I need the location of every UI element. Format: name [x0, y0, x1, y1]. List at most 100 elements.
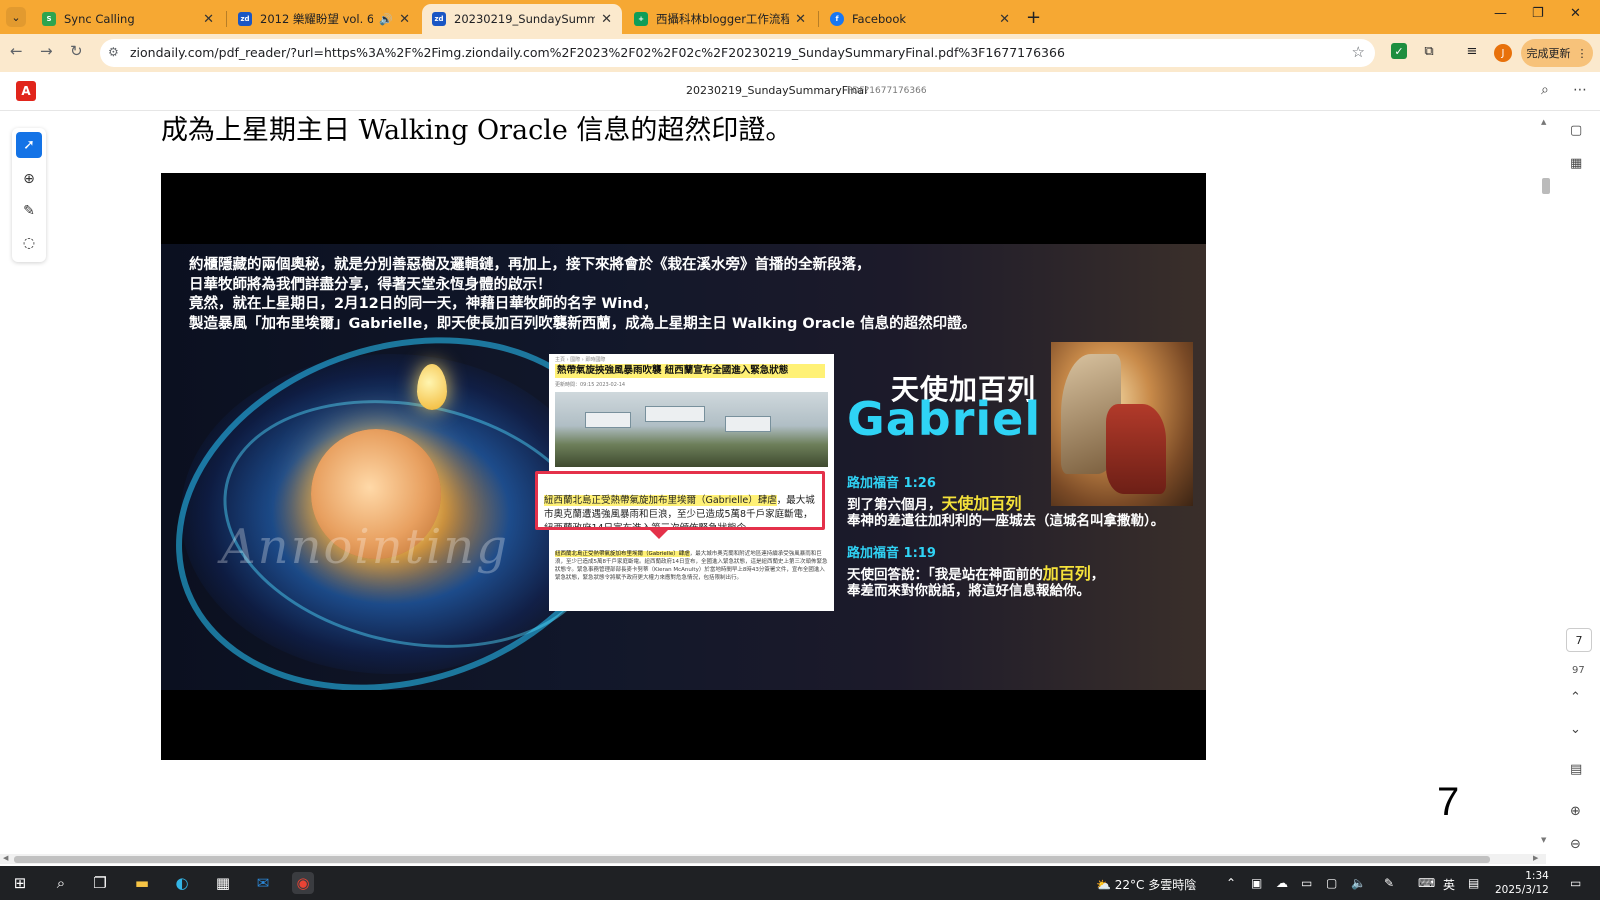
- tab-sync-calling[interactable]: S Sync Calling ✕: [32, 4, 224, 34]
- tab-sunday-summary[interactable]: zd 20230219_SundaySummaryFi ✕: [422, 4, 622, 34]
- tray-app-icon[interactable]: ▣: [1251, 876, 1262, 890]
- callout-pointer: [649, 529, 669, 539]
- show-hidden-icons-icon[interactable]: ⌃: [1226, 876, 1236, 890]
- comments-panel-icon[interactable]: ▢: [1570, 123, 1582, 138]
- golden-drop-illustration: [417, 364, 447, 410]
- scroll-down-arrow-icon[interactable]: ▼: [1541, 836, 1546, 844]
- gabriel-english-title: Gabriel: [847, 392, 1042, 446]
- house-shape: [645, 406, 705, 422]
- document-subtitle: PDF?1677176366: [847, 86, 927, 96]
- scroll-right-arrow-icon[interactable]: ▶: [1533, 854, 1538, 862]
- more-options-icon[interactable]: ⋯: [1573, 82, 1587, 98]
- edge-browser-icon[interactable]: ◐: [171, 872, 193, 894]
- network-icon[interactable]: ▢: [1326, 876, 1337, 890]
- slide-line: 約櫃隱藏的兩個奧秘，就是分別善惡樹及邏輯鏈，再加上，接下來將會於《栽在溪水旁》首…: [189, 257, 871, 273]
- close-window-icon[interactable]: ✕: [1570, 6, 1581, 21]
- browser-toolbar: ← → ↻ ⚙ ziondaily.com/pdf_reader/?url=ht…: [0, 34, 1600, 72]
- document-name: 20230219_SundaySummaryFinal: [686, 84, 868, 97]
- thumbnails-grid-icon[interactable]: ▦: [1570, 156, 1582, 171]
- horizontal-scrollbar[interactable]: ◀ ▶: [0, 854, 1546, 864]
- close-tab-icon[interactable]: ✕: [795, 12, 806, 27]
- restore-icon[interactable]: ❐: [1532, 6, 1544, 21]
- clock[interactable]: 1:34 2025/3/12: [1495, 869, 1549, 897]
- tab-separator: [818, 11, 819, 27]
- weather-widget[interactable]: ⛅ 22°C 多雲時陰: [1096, 876, 1196, 893]
- keyboard-icon[interactable]: ⌨: [1418, 876, 1435, 890]
- scroll-left-arrow-icon[interactable]: ◀: [3, 854, 8, 862]
- scroll-thumb[interactable]: [1542, 178, 1550, 194]
- file-explorer-icon[interactable]: ▬: [131, 872, 153, 894]
- tab-blogger-workflow[interactable]: + 西攝科林blogger工作流程 - Go ✕: [624, 4, 816, 34]
- vertical-scrollbar[interactable]: ▲ ▼: [1540, 118, 1550, 846]
- right-panel: [1528, 112, 1600, 854]
- verse-1-reference: 路加福音 1:26: [847, 476, 936, 491]
- extension-check-icon[interactable]: ✓: [1391, 43, 1407, 59]
- start-windows-icon[interactable]: ⊞: [9, 872, 31, 894]
- profile-avatar[interactable]: J: [1494, 44, 1512, 62]
- house-shape: [585, 412, 631, 428]
- bookmark-star-icon[interactable]: ☆: [1352, 43, 1365, 61]
- extensions-puzzle-icon[interactable]: ⧉: [1421, 43, 1437, 59]
- news-photo: [555, 392, 828, 467]
- close-tab-icon[interactable]: ✕: [399, 12, 410, 27]
- verse-2-reference: 路加福音 1:19: [847, 546, 936, 561]
- chrome-icon[interactable]: ◉: [292, 872, 314, 894]
- site-info-icon[interactable]: ⚙: [108, 45, 119, 59]
- search-icon[interactable]: ⌕: [1541, 82, 1549, 98]
- tab-search-chevron-icon[interactable]: ⌄: [6, 7, 26, 27]
- zoom-in-icon[interactable]: ⊕: [1570, 804, 1581, 819]
- lasso-tool-icon[interactable]: ◌: [16, 230, 42, 256]
- comment-tool-icon[interactable]: ⊕: [16, 166, 42, 192]
- battery-icon[interactable]: ▭: [1301, 876, 1312, 890]
- previous-page-icon[interactable]: ⌃: [1570, 690, 1581, 705]
- zoom-out-icon[interactable]: ⊖: [1570, 837, 1581, 852]
- update-button[interactable]: 完成更新 ⋮: [1521, 39, 1593, 67]
- pdf-viewer[interactable]: 成為上星期主日 Walking Oracle 信息的超然印證。 Annointi…: [0, 112, 1546, 854]
- onedrive-cloud-icon[interactable]: ☁: [1276, 876, 1288, 890]
- tab-facebook[interactable]: f Facebook ✕: [820, 4, 1020, 34]
- outlook-icon[interactable]: ✉: [252, 872, 274, 894]
- facebook-favicon-icon: f: [830, 12, 844, 26]
- microsoft-store-icon[interactable]: ▦: [212, 872, 234, 894]
- slide-content: Annointing 約櫃隱藏的兩個奧秘，就是分別善惡樹及邏輯鏈，再加上，接下來…: [161, 244, 1206, 690]
- windows-taskbar: ⊞ ⌕ ❐ ▬ ◐ ▦ ✉ ◉ ⛅ 22°C 多雲時陰 ⌃ ▣ ☁ ▭ ▢ 🔈 …: [0, 866, 1600, 900]
- reload-icon[interactable]: ↻: [70, 42, 83, 60]
- close-tab-icon[interactable]: ✕: [601, 12, 612, 27]
- news-body: 紐西蘭北島正受熱帶氣旋加布里埃爾（Gabrielle）肆虐，最大城市奧克蘭和附近…: [555, 551, 828, 581]
- tool-palette: ➚ ⊕ ✎ ◌: [12, 128, 46, 262]
- house-shape: [725, 416, 771, 432]
- ime-mode-icon[interactable]: ▤: [1468, 876, 1479, 890]
- close-tab-icon[interactable]: ✕: [203, 12, 214, 27]
- select-tool-icon[interactable]: ➚: [16, 132, 42, 158]
- volume-icon[interactable]: 🔈: [1351, 876, 1366, 890]
- search-icon[interactable]: ⌕: [50, 872, 72, 894]
- next-page-icon[interactable]: ⌄: [1570, 722, 1581, 737]
- total-pages: 97: [1572, 665, 1585, 676]
- current-page-field[interactable]: 7: [1566, 628, 1592, 652]
- task-view-icon[interactable]: ❐: [89, 872, 111, 894]
- forward-icon[interactable]: →: [40, 42, 53, 60]
- pen-icon[interactable]: ✎: [1384, 876, 1394, 890]
- draw-tool-icon[interactable]: ✎: [16, 198, 42, 224]
- media-controls-icon[interactable]: ≡: [1464, 43, 1480, 59]
- page-options-icon[interactable]: ▤: [1570, 762, 1582, 777]
- close-tab-icon[interactable]: ✕: [999, 12, 1010, 27]
- google-sheets-favicon-icon: +: [634, 12, 648, 26]
- slide-line: 日華牧師將為我們詳盡分享，得著天堂永恆身體的啟示！: [189, 276, 552, 293]
- tab-strip: ⌄ S Sync Calling ✕ zd 2012 樂耀盼望 vol. 680…: [0, 0, 1600, 34]
- notifications-icon[interactable]: ▭: [1570, 876, 1581, 890]
- tab-separator: [226, 11, 227, 27]
- verse-2: 路加福音 1:19 天使回答說：「我是站在神面前的加百列， 奉差而來對你說話，將…: [847, 546, 1105, 599]
- page-number-label: 7: [1437, 780, 1460, 824]
- ime-language[interactable]: 英: [1443, 876, 1455, 893]
- scroll-up-arrow-icon[interactable]: ▲: [1541, 118, 1546, 126]
- script-watermark: Annointing: [221, 519, 509, 575]
- url-text[interactable]: ziondaily.com/pdf_reader/?url=https%3A%2…: [130, 45, 1065, 60]
- speaker-icon[interactable]: 🔊: [379, 13, 393, 26]
- back-icon[interactable]: ←: [10, 42, 23, 60]
- address-bar[interactable]: ⚙ ziondaily.com/pdf_reader/?url=https%3A…: [100, 39, 1375, 67]
- tab-ziondaily-audio[interactable]: zd 2012 樂耀盼望 vol. 680 — 🔊 ✕: [228, 4, 420, 34]
- minimize-icon[interactable]: —: [1494, 6, 1507, 21]
- scroll-thumb[interactable]: [14, 856, 1490, 863]
- new-tab-button[interactable]: +: [1026, 7, 1041, 28]
